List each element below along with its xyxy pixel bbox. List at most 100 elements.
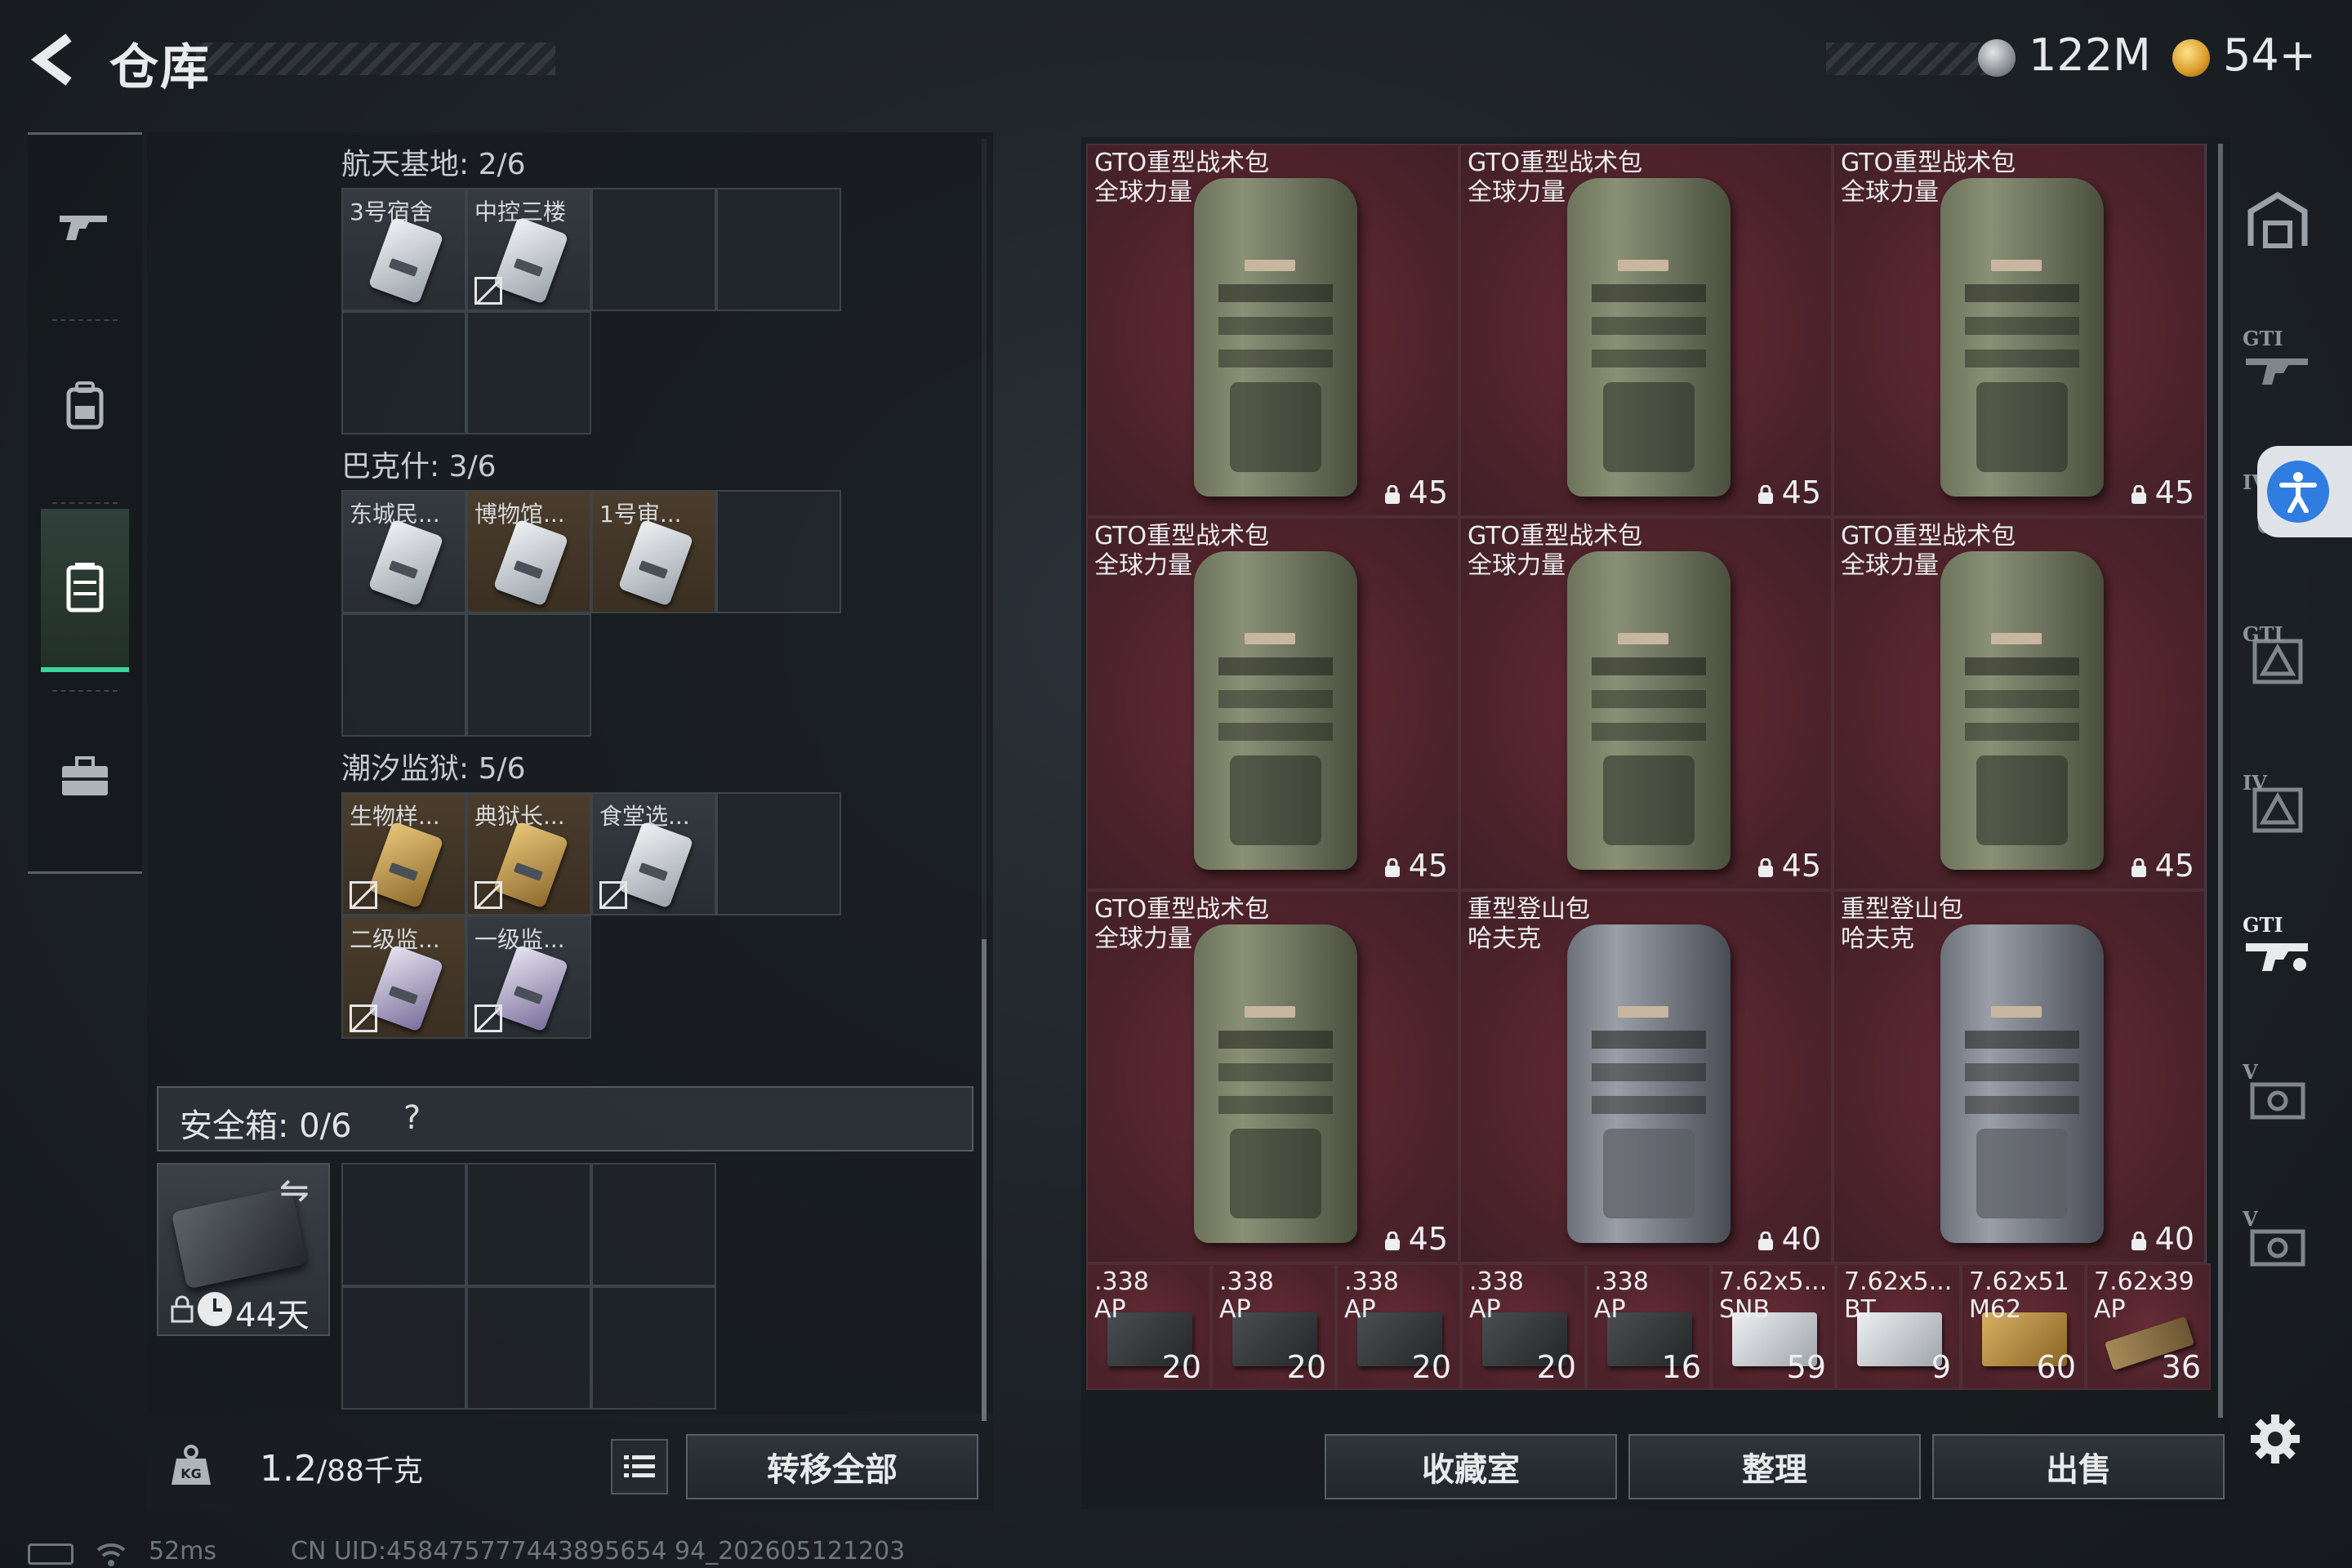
capacity-icon: [1384, 485, 1400, 504]
key-item[interactable]: 博物馆...: [466, 490, 591, 613]
stash-item-bag[interactable]: 重型登山包 哈夫克 40: [1833, 890, 2206, 1263]
key-item[interactable]: 典狱长...: [466, 792, 591, 915]
accessibility-icon: [2267, 461, 2329, 523]
safe-slot[interactable]: [466, 1286, 591, 1410]
ammo-count: 20: [1536, 1349, 1576, 1385]
stash-item-ammo[interactable]: 7.62x51 M62 60: [1961, 1263, 2086, 1390]
sell-button[interactable]: 出售: [1932, 1434, 2225, 1499]
stash-item-ammo[interactable]: .338 AP 20: [1461, 1263, 1586, 1390]
safe-slot[interactable]: [341, 1163, 466, 1286]
stash-item-bag[interactable]: GTO重型战术包 全球力量 45: [1459, 144, 1833, 517]
no-store-icon: [350, 881, 377, 909]
item-name: .338 AP: [1219, 1267, 1274, 1324]
stash-item-bag[interactable]: 重型登山包 哈夫克 40: [1459, 890, 1833, 1263]
sidebar-item-warehouse[interactable]: [2241, 183, 2314, 256]
empty-slot[interactable]: [716, 792, 841, 915]
empty-slot[interactable]: [716, 188, 841, 311]
empty-slot[interactable]: [341, 311, 466, 434]
safe-slot[interactable]: [341, 1286, 466, 1410]
stash-item-ammo[interactable]: .338 AP 20: [1336, 1263, 1461, 1390]
stash-item-ammo[interactable]: .338 AP 16: [1586, 1263, 1711, 1390]
backpack-image: [1567, 551, 1731, 870]
key-case-scrollbar[interactable]: [982, 939, 987, 1421]
ammo-count: 59: [1786, 1349, 1826, 1385]
stash-item-bag[interactable]: GTO重型战术包 全球力量 45: [1833, 144, 2206, 517]
item-name: 7.62x51 M62: [1969, 1267, 2069, 1324]
item-name: .338 AP: [1594, 1267, 1649, 1324]
empty-slot[interactable]: [466, 311, 591, 434]
stash-item-bag[interactable]: GTO重型战术包 全球力量 45: [1833, 517, 2206, 890]
empty-slot[interactable]: [466, 613, 591, 737]
back-button[interactable]: [24, 31, 90, 88]
keycard-image: [617, 519, 694, 607]
nav-item-backpack[interactable]: [28, 324, 142, 488]
key-item[interactable]: 1号审...: [591, 490, 716, 613]
transfer-all-button[interactable]: 转移全部: [686, 1434, 978, 1499]
collection-room-button[interactable]: 收藏室: [1325, 1434, 1617, 1499]
key-item[interactable]: 二级监...: [341, 915, 466, 1039]
sort-button[interactable]: 整理: [1628, 1434, 1921, 1499]
accessibility-button[interactable]: [2257, 446, 2352, 537]
empty-slot[interactable]: [716, 490, 841, 613]
key-item[interactable]: 生物样...: [341, 792, 466, 915]
safe-slot[interactable]: [591, 1163, 716, 1286]
item-name: GTO重型战术包 全球力量: [1094, 149, 1270, 207]
key-item[interactable]: 食堂选...: [591, 792, 716, 915]
sidebar-item-gti-rifle[interactable]: GTI: [2241, 327, 2314, 400]
safe-slot[interactable]: [466, 1163, 591, 1286]
item-name: .338 AP: [1469, 1267, 1524, 1324]
safe-box-label: 安全箱: 0/6: [180, 1107, 352, 1145]
swap-icon[interactable]: ⇋: [279, 1169, 310, 1211]
safe-box-item[interactable]: ⇋ 44天: [157, 1163, 330, 1336]
keycard-image: [492, 519, 569, 607]
sidebar-item-tier-v-2[interactable]: V: [2241, 1207, 2314, 1281]
item-name: GTO重型战术包 全球力量: [1841, 149, 2016, 207]
no-store-icon: [474, 881, 502, 909]
weight-current: 1.2: [260, 1448, 317, 1490]
stash-item-ammo[interactable]: 7.62x5... SNB 59: [1711, 1263, 1836, 1390]
ammo-count: 9: [1931, 1349, 1951, 1385]
ping-text: 52ms: [149, 1537, 217, 1566]
key-item[interactable]: 一级监...: [466, 915, 591, 1039]
backpack-image: [1194, 178, 1357, 497]
bag-capacity: 45: [1756, 848, 1821, 884]
gear-icon[interactable]: [2247, 1411, 2303, 1467]
key-group-title: 潮汐监狱: 5/6: [341, 752, 526, 786]
safe-slot[interactable]: [591, 1286, 716, 1410]
key-item[interactable]: 中控三楼: [466, 188, 591, 311]
key-item[interactable]: 东城民...: [341, 490, 466, 613]
no-store-icon: [599, 881, 627, 909]
coin-icon: [2172, 39, 2210, 77]
tier-label: GTI: [2243, 327, 2283, 350]
list-view-button[interactable]: [611, 1439, 668, 1494]
stash-item-bag[interactable]: GTO重型战术包 全球力量 45: [1086, 517, 1459, 890]
empty-slot[interactable]: [341, 613, 466, 737]
stash-item-ammo[interactable]: .338 AP 20: [1211, 1263, 1336, 1390]
ammo-count: 36: [2161, 1349, 2201, 1385]
safe-box-help-button[interactable]: ?: [403, 1099, 421, 1137]
stash-item-ammo[interactable]: 7.62x5... BT 9: [1836, 1263, 1961, 1390]
money-value: 122M: [2029, 29, 2151, 81]
stash-item-bag[interactable]: GTO重型战术包 全球力量 45: [1459, 517, 1833, 890]
sidebar-item-gti-weapon[interactable]: GTI: [2241, 913, 2314, 987]
stash-item-ammo[interactable]: .338 AP 20: [1086, 1263, 1211, 1390]
back-arrow-icon: [31, 33, 72, 86]
nav-item-weapons[interactable]: [28, 143, 142, 306]
nav-item-toolbox[interactable]: [28, 695, 142, 858]
sidebar-item-tier-v[interactable]: V: [2241, 1060, 2314, 1134]
stash-item-bag[interactable]: GTO重型战术包 全球力量 45: [1086, 890, 1459, 1263]
clock-icon: [198, 1292, 232, 1326]
sidebar-item-tier-iv-armor[interactable]: IV: [2241, 771, 2314, 844]
nav-item-vest[interactable]: [41, 509, 129, 672]
stash-scrollbar[interactable]: [2218, 144, 2223, 1418]
sidebar-item-gti-armor[interactable]: GTI: [2241, 622, 2314, 696]
bag-capacity: 45: [2129, 474, 2194, 510]
stash-item-ammo[interactable]: 7.62x39 AP 36: [2086, 1263, 2211, 1390]
list-icon: [624, 1455, 655, 1477]
svg-text:KG: KG: [180, 1466, 202, 1481]
title-decoration: [196, 42, 555, 75]
wifi-icon: [96, 1543, 126, 1566]
stash-item-bag[interactable]: GTO重型战术包 全球力量 45: [1086, 144, 1459, 517]
key-item[interactable]: 3号宿舍: [341, 188, 466, 311]
empty-slot[interactable]: [591, 188, 716, 311]
